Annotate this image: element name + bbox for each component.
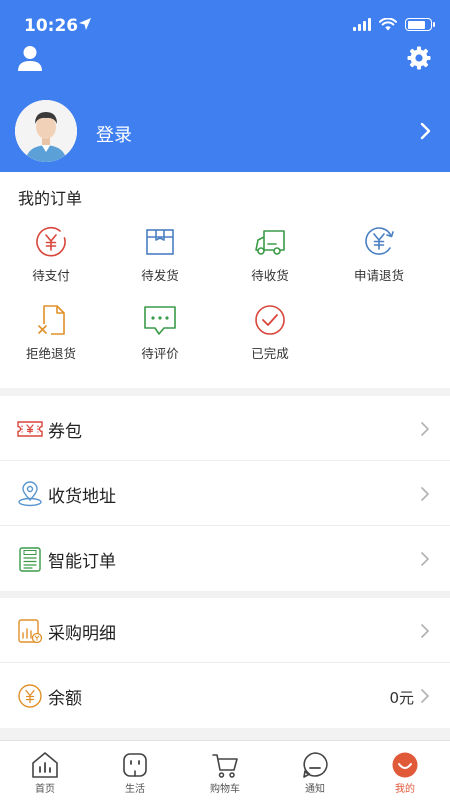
order-label: 待评价 [141,346,179,361]
location-arrow-icon [79,18,91,30]
gear-icon[interactable] [406,45,432,71]
menu-item-smart-order[interactable]: 智能订单 [0,526,450,591]
login-row[interactable]: 登录 [0,100,450,164]
order-pending-receipt[interactable]: 待收货 [220,224,320,292]
tab-home[interactable]: 首页 [0,741,90,800]
life-face-icon [123,753,147,777]
check-circle-icon [255,305,285,335]
tab-label: 生活 [125,784,145,795]
cellular-signal-icon [353,18,371,31]
home-chart-icon [32,752,58,778]
order-return-rejected[interactable]: 拒绝退货 [1,302,101,370]
tab-label: 我的 [395,784,415,795]
clipboard-list-icon [19,547,41,572]
tab-label: 购物车 [210,784,240,795]
chevron-right-icon [421,624,429,638]
status-time: 10:26 [24,16,79,36]
profile-smile-icon [392,752,418,778]
menu-item-purchase-detail[interactable]: 采购明细 [0,598,450,663]
tab-label: 通知 [305,784,325,795]
menu-item-address[interactable]: 收货地址 [0,461,450,526]
chevron-right-icon [420,122,431,140]
battery-icon [405,18,435,31]
coupon-ticket-icon [17,421,43,437]
order-label: 待发货 [141,268,179,283]
purchase-chart-icon [18,619,43,644]
menu-label: 收货地址 [48,487,116,507]
order-pending-review[interactable]: 待评价 [110,302,210,370]
my-orders-title: 我的订单 [18,189,83,208]
tab-cart[interactable]: 购物车 [180,741,270,800]
order-label: 待支付 [32,268,70,283]
wifi-icon [379,18,397,31]
menu-item-coupons[interactable]: 券包 [0,396,450,461]
notification-chat-icon [303,752,328,778]
menu-item-balance[interactable]: 余额 0元 [0,663,450,728]
tab-life[interactable]: 生活 [90,741,180,800]
package-box-icon [146,229,174,255]
menu-group-secondary: 采购明细 余额 0元 [0,598,450,728]
shopping-cart-icon [212,754,238,778]
login-label: 登录 [96,125,132,146]
balance-value: 0元 [389,689,414,707]
rejected-document-icon [38,305,65,335]
delivery-truck-icon [255,230,285,255]
order-pending-shipment[interactable]: 待发货 [110,224,210,292]
status-bar: 10:26 [0,0,450,44]
order-label: 申请退货 [353,268,404,283]
location-pin-icon [18,481,42,507]
menu-label: 余额 [48,689,82,709]
tab-profile[interactable]: 我的 [360,741,450,800]
comment-bubble-icon [144,306,176,335]
avatar[interactable] [15,100,77,162]
user-account-icon[interactable] [16,44,44,72]
default-avatar-icon [15,100,77,162]
order-completed[interactable]: 已完成 [220,302,320,370]
chevron-right-icon [421,689,429,703]
order-label: 待收货 [251,268,289,283]
profile-header: 10:26 登录 [0,0,450,172]
order-pending-payment[interactable]: 待支付 [1,224,101,292]
tab-label: 首页 [35,784,55,795]
order-return-request[interactable]: 申请退货 [329,224,429,292]
chevron-right-icon [421,422,429,436]
chevron-right-icon [421,487,429,501]
order-label: 已完成 [251,346,289,361]
my-orders-section: 我的订单 待支付 待发货 待收货 申请退货 拒绝退货 待评价 已完成 [0,172,450,388]
yuan-coin-icon [18,684,42,708]
menu-label: 采购明细 [48,624,116,644]
yuan-circle-icon [36,226,66,257]
menu-label: 券包 [48,422,82,442]
menu-group-primary: 券包 收货地址 智能订单 [0,396,450,591]
menu-label: 智能订单 [48,552,116,572]
refund-cycle-icon [365,227,394,255]
bottom-tab-bar: 首页 生活 购物车 通知 我的 [0,740,450,800]
tab-notifications[interactable]: 通知 [270,741,360,800]
order-label: 拒绝退货 [25,346,76,361]
chevron-right-icon [421,552,429,566]
status-indicators [353,18,435,31]
